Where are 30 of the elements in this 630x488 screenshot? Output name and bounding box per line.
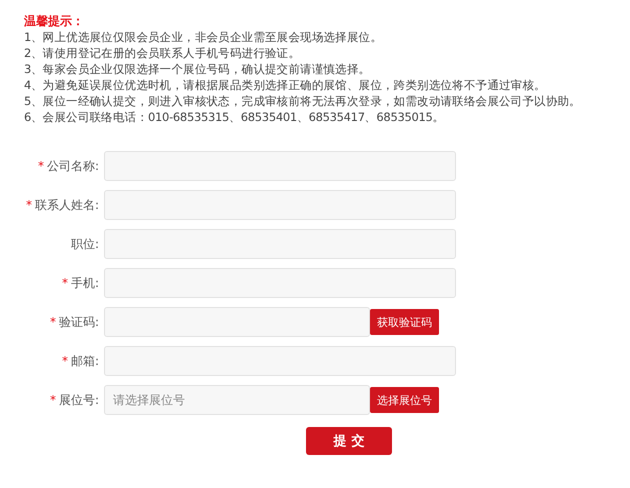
notice-title: 温馨提示：	[24, 13, 85, 29]
required-mark: *	[62, 276, 68, 290]
action-button[interactable]: 获取验证码	[370, 309, 439, 335]
notice-item: 4、为避免延误展位优选时机，请根据展品类别选择正确的展馆、展位，跨类别选位将不予通过审核。	[24, 77, 547, 93]
input-field[interactable]	[104, 229, 456, 259]
input-field[interactable]: 请选择展位号	[104, 385, 370, 415]
input-field[interactable]	[104, 151, 456, 181]
notice-item: 2、请使用登记在册的会员联系人手机号码进行验证。	[24, 45, 302, 61]
required-mark: *	[50, 314, 56, 328]
field-label: 邮箱:	[70, 354, 99, 368]
field-label: 联系人姓名:	[34, 198, 99, 212]
required-mark: *	[38, 158, 44, 172]
action-button[interactable]: 选择展位号	[370, 387, 439, 413]
field-label: 公司名称:	[46, 158, 99, 172]
notice-item: 3、每家会员企业仅限选择一个展位号码，确认提交前请谨慎选择。	[24, 61, 372, 77]
input-field[interactable]	[104, 346, 456, 376]
field-label: 展位号:	[58, 392, 99, 406]
input-field[interactable]	[104, 190, 456, 220]
required-mark: *	[26, 198, 32, 212]
notice-item: 6、会展公司联络电话：010-68535315、68535401、68535417、68535015。	[24, 109, 446, 125]
required-mark: *	[50, 392, 56, 406]
input-field[interactable]	[104, 307, 370, 337]
field-label: 手机:	[70, 276, 99, 290]
required-mark: *	[62, 354, 68, 368]
input-field[interactable]	[104, 268, 456, 298]
submit-button[interactable]: 提 交	[306, 427, 392, 455]
notice-item: 5、展位一经确认提交，则进入审核状态，完成审核前将无法再次登录，如需改动请联络会展公司予以协助。	[24, 93, 582, 109]
field-label: 职位:	[70, 236, 99, 250]
field-label: 验证码:	[58, 314, 99, 328]
notice-item: 1、网上优选展位仅限会员企业，非会员企业需至展会现场选择展位。	[24, 29, 384, 45]
